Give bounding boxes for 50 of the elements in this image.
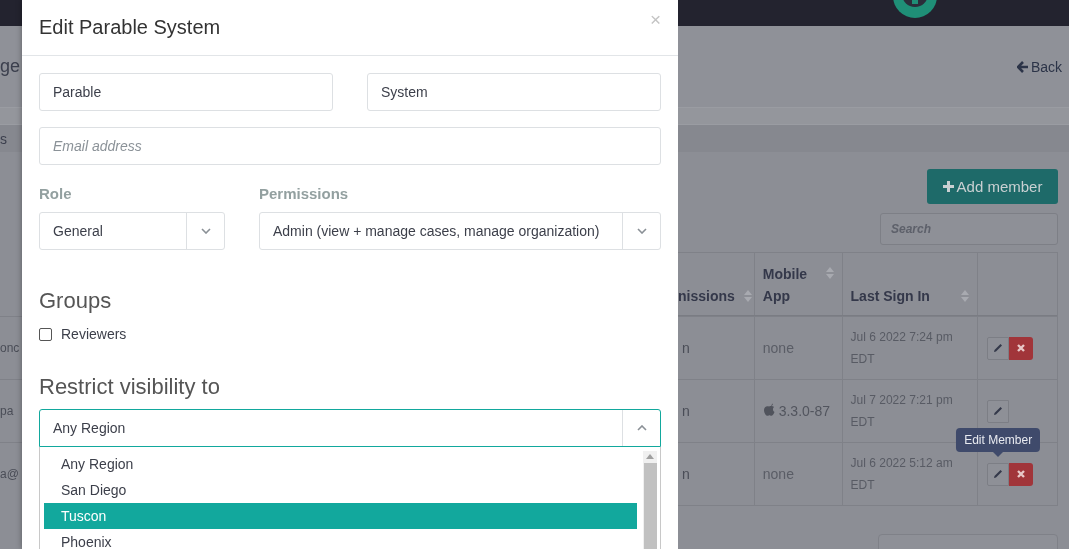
dropdown-option[interactable]: San Diego <box>44 477 637 503</box>
dropdown-option[interactable]: Phoenix <box>44 529 637 549</box>
table-cell: n <box>682 466 690 482</box>
pencil-icon <box>993 469 1004 479</box>
role-select[interactable]: General <box>39 212 225 250</box>
page-title: ge <box>0 56 21 77</box>
modal-title: Edit Parable System <box>39 16 221 39</box>
column-header[interactable]: Last Sign In <box>850 285 930 307</box>
delete-button[interactable] <box>1009 336 1034 360</box>
pencil-icon <box>993 343 1004 353</box>
close-icon <box>1017 344 1026 352</box>
tab-label: s <box>0 130 7 147</box>
checkbox-label[interactable]: Reviewers <box>61 326 127 342</box>
tooltip: Edit Member <box>956 427 1041 452</box>
chevron-down-icon <box>636 228 647 234</box>
plus-icon <box>942 181 954 192</box>
add-member-button[interactable]: Add member <box>927 169 1058 204</box>
section-heading: Restrict visibility to <box>39 374 221 400</box>
back-link[interactable]: Back <box>1016 58 1062 75</box>
dropdown-option[interactable]: Any Region <box>44 451 637 477</box>
table-cell: pa <box>0 404 14 418</box>
table-cell: 3.3.0-87 <box>762 400 831 422</box>
checkbox[interactable] <box>39 327 52 341</box>
arrow-left-icon <box>1016 60 1029 73</box>
tooltip-arrow-icon <box>993 451 1004 457</box>
edit-button[interactable] <box>987 336 1010 360</box>
table-cell: onc <box>0 341 20 355</box>
edit-button[interactable] <box>987 462 1010 486</box>
section-heading: Groups <box>39 288 113 314</box>
edit-button[interactable] <box>987 399 1010 423</box>
chevron-down-icon <box>200 228 211 234</box>
scroll-up-icon <box>646 454 654 459</box>
region-select[interactable]: Any Region <box>39 409 661 447</box>
field-label: Role <box>39 185 73 204</box>
table-cell: a@ <box>0 467 19 481</box>
navigation-bar <box>0 0 22 26</box>
column-header[interactable]: Mobile App <box>762 263 815 307</box>
field-label: Permissions <box>259 185 350 204</box>
close-icon <box>1017 470 1026 478</box>
last-name-field[interactable]: System <box>367 73 661 111</box>
permissions-select[interactable]: Admin (view + manage cases, manage organization) <box>259 212 661 250</box>
delete-button[interactable] <box>1009 462 1034 486</box>
email-field[interactable]: Email address <box>39 127 661 165</box>
table-cell: n <box>682 403 690 419</box>
apple-icon <box>762 403 775 416</box>
column-header[interactable]: nissions <box>678 285 735 307</box>
table-cell: n <box>682 340 690 356</box>
pencil-icon <box>993 406 1004 416</box>
first-name-field[interactable]: Parable <box>39 73 333 111</box>
chevron-up-icon <box>636 425 647 431</box>
